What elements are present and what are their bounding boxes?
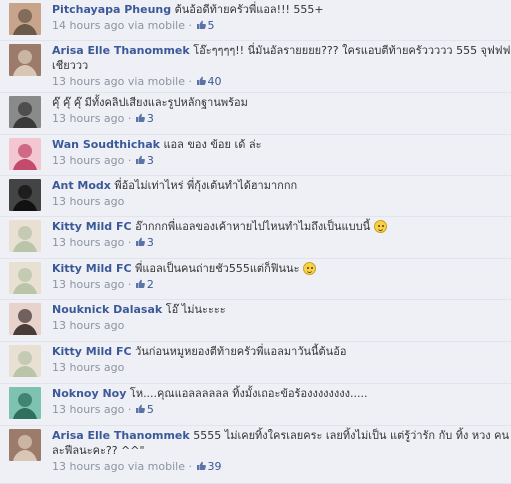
comment-list: Pitchayapa Pheung ต้นอ้อดีท้ายครัวพี่แอล… <box>0 0 511 484</box>
meta-separator: · <box>185 460 196 473</box>
avatar[interactable] <box>9 429 41 461</box>
like-count-link[interactable]: 5 <box>135 403 154 416</box>
comment-text: คุ๊ คุ๊ คุ๊ มีทั้งคลิปเสียงและรูปหลักฐาน… <box>52 96 248 109</box>
like-count: 5 <box>146 403 154 416</box>
like-count: 3 <box>146 112 154 125</box>
comment-author-link[interactable]: Wan Soudthichak <box>52 138 160 151</box>
comment-text: โอ๊ะๆๆๆๆ!! นี่มันอัลรายยยย??? ใครแอบตีท้… <box>193 44 511 57</box>
like-count: 3 <box>146 236 154 249</box>
comment-timestamp[interactable]: 13 hours ago <box>52 154 124 167</box>
comment-text: โห....คุณแอลลลลลล ทิ้งมั้งเถอะข้อร้องงงง… <box>129 387 368 400</box>
like-count-link[interactable]: 2 <box>135 278 154 291</box>
comment-item: Arisa Elle Thanommek 5555 ไม่เคยทิ้งใครเ… <box>0 426 511 484</box>
comment-author-link[interactable]: Ant Modx <box>52 179 111 192</box>
meta-separator: · <box>185 19 196 32</box>
comment-text: แอล ของ ข้อย เด้ ล่ะ <box>163 138 262 151</box>
avatar[interactable] <box>9 179 41 211</box>
like-count-link[interactable]: 39 <box>196 460 222 473</box>
avatar[interactable] <box>9 3 41 35</box>
comment-text: พี่อ้อไม่เท่าไหร่ พี่กุ้งเต้นทำได้ฮามากก… <box>114 179 298 192</box>
comment-item: Noknoy Noy โห....คุณแอลลลลลล ทิ้งมั้งเถอ… <box>0 384 511 426</box>
comment-text: ต้นอ้อดีท้ายครัวพี่แอล!!! 555+ <box>174 3 324 16</box>
like-count: 5 <box>207 19 215 32</box>
avatar[interactable] <box>9 262 41 294</box>
smiley-emoji-icon <box>303 262 317 275</box>
thumbs-up-icon <box>135 112 145 122</box>
like-count-link[interactable]: 3 <box>135 112 154 125</box>
comment-author-link[interactable]: Kitty Mild FC <box>52 220 132 233</box>
comment-author-link[interactable]: Noknoy Noy <box>52 387 126 400</box>
avatar[interactable] <box>9 387 41 419</box>
like-count-link[interactable]: 40 <box>196 75 222 88</box>
comment-item: Kitty Mild FC วันก่อนหมูหยองตีท้ายครัวพี… <box>0 342 511 384</box>
comment-item: Nouknick Dalasak โอ๊ ไม่นะะะะ 13 hours ag… <box>0 300 511 342</box>
thumbs-up-icon <box>135 154 145 164</box>
comment-timestamp[interactable]: 14 hours ago <box>52 19 124 32</box>
comment-timestamp[interactable]: 13 hours ago <box>52 361 124 374</box>
meta-separator: · <box>185 75 196 88</box>
comment-item: คุ๊ คุ๊ คุ๊ มีทั้งคลิปเสียงและรูปหลักฐาน… <box>0 93 511 135</box>
comment-author-link[interactable]: Arisa Elle Thanommek <box>52 44 190 57</box>
thumbs-up-icon <box>135 403 145 413</box>
avatar[interactable] <box>9 138 41 170</box>
avatar[interactable] <box>9 303 41 335</box>
like-count: 3 <box>146 154 154 167</box>
meta-separator: · <box>124 154 135 167</box>
comment-item: Kitty Mild FC พี่แอลเป็นคนถ่ายชัว555แต่ก… <box>0 259 511 300</box>
avatar[interactable] <box>9 44 41 76</box>
comment-item: Pitchayapa Pheung ต้นอ้อดีท้ายครัวพี่แอล… <box>0 0 511 41</box>
comment-via: via mobile <box>127 19 185 32</box>
comment-via: via mobile <box>127 460 185 473</box>
like-count: 40 <box>207 75 222 88</box>
comment-item: Kitty Mild FC อ๊ากกกพี่แอลของเค้าหายไปไห… <box>0 217 511 259</box>
meta-separator: · <box>124 403 135 416</box>
comment-text: 5555 ไม่เคยทิ้งใครเลยคระ เลยทิ้งไม่เป็น … <box>193 429 510 442</box>
comment-timestamp[interactable]: 13 hours ago <box>52 112 124 125</box>
comment-timestamp[interactable]: 13 hours ago <box>52 403 124 416</box>
avatar[interactable] <box>9 96 41 128</box>
avatar[interactable] <box>9 220 41 252</box>
comment-item: Wan Soudthichak แอล ของ ข้อย เด้ ล่ะ 13 h… <box>0 135 511 176</box>
comment-text-continued: เชียววว <box>52 59 89 72</box>
comment-text: พี่แอลเป็นคนถ่ายชัว555แต่ก็ฟินนะ <box>135 262 300 275</box>
comment-timestamp[interactable]: 13 hours ago <box>52 236 124 249</box>
comment-timestamp[interactable]: 13 hours ago <box>52 75 124 88</box>
meta-separator: · <box>124 236 135 249</box>
comment-author-link[interactable]: Kitty Mild FC <box>52 345 132 358</box>
comment-author-link[interactable]: Nouknick Dalasak <box>52 303 162 316</box>
meta-separator: · <box>124 278 135 291</box>
avatar[interactable] <box>9 345 41 377</box>
comment-item: Arisa Elle Thanommek โอ๊ะๆๆๆๆ!! นี่มันอั… <box>0 41 511 93</box>
comment-timestamp[interactable]: 13 hours ago <box>52 460 124 473</box>
thumbs-up-icon <box>135 278 145 288</box>
like-count-link[interactable]: 5 <box>196 19 215 32</box>
like-count: 39 <box>207 460 222 473</box>
comment-item: Ant Modx พี่อ้อไม่เท่าไหร่ พี่กุ้งเต้นทำ… <box>0 176 511 217</box>
like-count-link[interactable]: 3 <box>135 236 154 249</box>
like-count-link[interactable]: 3 <box>135 154 154 167</box>
thumbs-up-icon <box>135 236 145 246</box>
comment-text: โอ๊ ไม่นะะะะ <box>165 303 226 316</box>
thumbs-up-icon <box>196 19 206 29</box>
comment-timestamp[interactable]: 13 hours ago <box>52 319 124 332</box>
smiley-emoji-icon <box>374 220 388 233</box>
comment-text: วันก่อนหมูหยองตีท้ายครัวพี่แอลมาวันนี้ต้… <box>135 345 347 358</box>
comment-author-link[interactable]: Arisa Elle Thanommek <box>52 429 190 442</box>
thumbs-up-icon <box>196 460 206 470</box>
comment-author-link[interactable]: Kitty Mild FC <box>52 262 132 275</box>
comment-via: via mobile <box>127 75 185 88</box>
comment-timestamp[interactable]: 13 hours ago <box>52 195 124 208</box>
like-count: 2 <box>146 278 154 291</box>
thumbs-up-icon <box>196 75 206 85</box>
comment-text-continued: ละฟีลนะคะ?? ^^" <box>52 444 145 457</box>
comment-timestamp[interactable]: 13 hours ago <box>52 278 124 291</box>
comment-text: อ๊ากกกพี่แอลของเค้าหายไปไหนทำไมถึงเป็นแบ… <box>135 220 371 233</box>
meta-separator: · <box>124 112 135 125</box>
comment-author-link[interactable]: Pitchayapa Pheung <box>52 3 171 16</box>
